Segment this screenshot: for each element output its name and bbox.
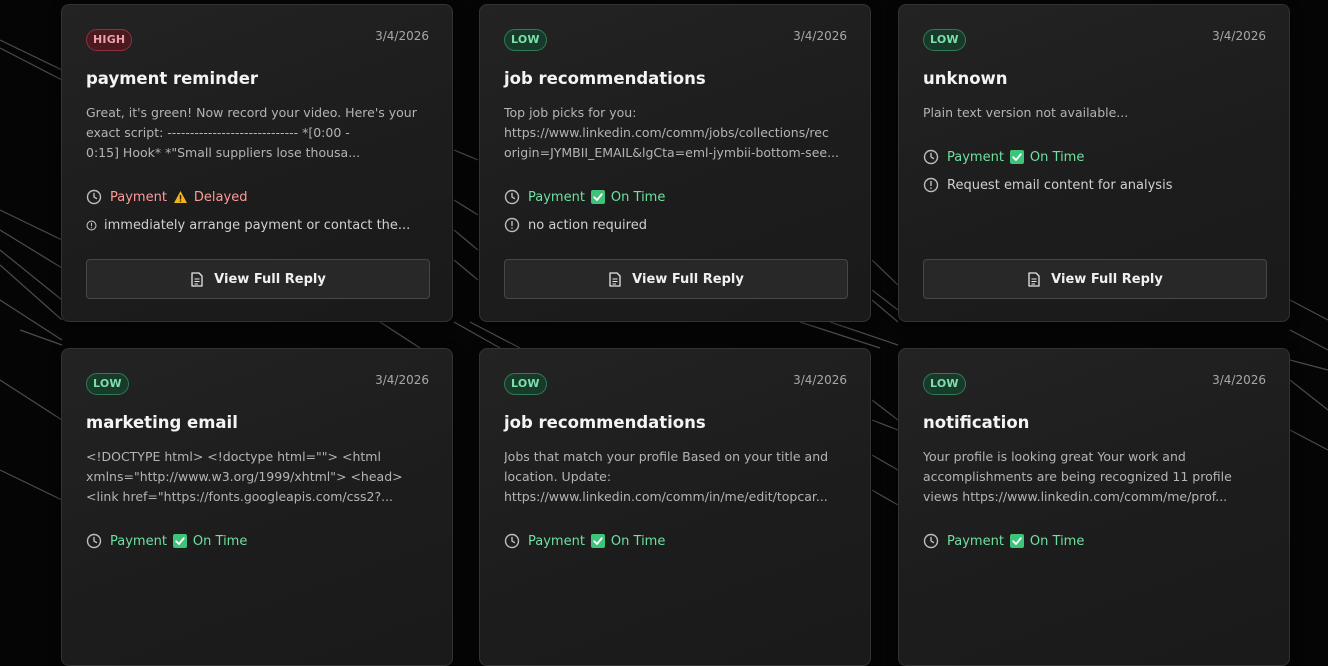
payment-status-row: Payment On Time [86, 531, 247, 551]
priority-badge: LOW [923, 373, 966, 395]
document-icon [1028, 271, 1040, 287]
card-date: 3/4/2026 [793, 29, 847, 43]
payment-label: Payment [110, 189, 167, 205]
email-card: LOW 3/4/2026 unknown Plain text version … [898, 4, 1290, 322]
card-date: 3/4/2026 [375, 373, 429, 387]
action-text: immediately arrange payment or contact t… [104, 217, 411, 233]
clock-icon [923, 533, 939, 549]
payment-status-row: Payment On Time [504, 531, 665, 551]
card-date: 3/4/2026 [375, 29, 429, 43]
check-icon [172, 534, 187, 548]
payment-status-row: Payment On Time [923, 531, 1084, 551]
info-icon [504, 217, 520, 233]
payment-status-row: Payment Delayed [86, 187, 247, 207]
view-full-reply-button[interactable]: View Full Reply [923, 259, 1267, 299]
check-icon [1009, 150, 1024, 164]
button-label: View Full Reply [632, 271, 744, 287]
info-icon [923, 177, 939, 193]
view-full-reply-button[interactable]: View Full Reply [504, 259, 848, 299]
payment-status-row: Payment On Time [504, 187, 665, 207]
card-title: notification [923, 413, 1030, 432]
card-date: 3/4/2026 [1212, 373, 1266, 387]
action-row: Request email content for analysis [923, 175, 1172, 195]
body-line: accomplishments are being recognized 11 … [923, 469, 1232, 484]
action-row: immediately arrange payment or contact t… [86, 215, 410, 235]
body-line: Your profile is looking great Your work … [923, 449, 1186, 464]
card-title: unknown [923, 69, 1008, 88]
document-icon [191, 271, 203, 287]
priority-badge: LOW [86, 373, 129, 395]
card-body-preview: Top job picks for you: https://www.linke… [504, 103, 849, 163]
reply-cards-grid: HIGH 3/4/2026 payment reminder Great, it… [0, 0, 1328, 666]
payment-label: Payment [110, 533, 167, 549]
card-date: 3/4/2026 [1212, 29, 1266, 43]
card-title: job recommendations [504, 413, 706, 432]
priority-badge: LOW [504, 373, 547, 395]
check-icon [1009, 534, 1024, 548]
payment-status-row: Payment On Time [923, 147, 1084, 167]
email-card: LOW 3/4/2026 marketing email <!DOCTYPE h… [61, 348, 453, 666]
card-body-preview: Jobs that match your profile Based on yo… [504, 447, 849, 507]
clock-icon [504, 533, 520, 549]
card-body-preview: Great, it's green! Now record your video… [86, 103, 431, 163]
card-title: marketing email [86, 413, 238, 432]
clock-icon [86, 533, 102, 549]
card-body-preview: <!DOCTYPE html> <!doctype html=""> <html… [86, 447, 431, 507]
clock-icon [86, 189, 102, 205]
email-card: HIGH 3/4/2026 payment reminder Great, it… [61, 4, 453, 322]
email-card: LOW 3/4/2026 job recommendations Top job… [479, 4, 871, 322]
priority-badge: LOW [504, 29, 547, 51]
action-text: no action required [528, 217, 647, 233]
body-line: exact script: --------------------------… [86, 125, 350, 140]
body-line: Top job picks for you: [504, 105, 637, 120]
email-card: LOW 3/4/2026 notification Your profile i… [898, 348, 1290, 666]
action-text: Request email content for analysis [947, 177, 1173, 193]
payment-status: On Time [192, 533, 248, 549]
email-card: LOW 3/4/2026 job recommendations Jobs th… [479, 348, 871, 666]
info-icon [86, 219, 97, 231]
body-line: <link href="https://fonts.googleapis.com… [86, 489, 394, 504]
document-icon [609, 271, 621, 287]
body-line: Jobs that match your profile Based on yo… [504, 449, 829, 464]
clock-icon [504, 189, 520, 205]
payment-label: Payment [947, 149, 1004, 165]
payment-label: Payment [528, 189, 585, 205]
card-body-preview: Your profile is looking great Your work … [923, 447, 1268, 507]
check-icon [590, 534, 605, 548]
card-title: payment reminder [86, 69, 259, 88]
payment-status: On Time [1029, 149, 1085, 165]
body-line: xmlns="http://www.w3.org/1999/xhtml"> <h… [86, 469, 403, 484]
card-body-preview: Plain text version not available... [923, 103, 1268, 123]
check-icon [590, 190, 605, 204]
card-title: job recommendations [504, 69, 706, 88]
payment-status: Delayed [193, 189, 248, 205]
priority-badge: HIGH [86, 29, 133, 51]
body-line: origin=JYMBII_EMAIL&lgCta=eml-jymbii-bot… [504, 145, 839, 160]
payment-label: Payment [947, 533, 1004, 549]
payment-label: Payment [528, 533, 585, 549]
button-label: View Full Reply [1051, 271, 1163, 287]
body-line: 0:15] Hook* *"Small suppliers lose thous… [86, 145, 361, 160]
body-line: https://www.linkedin.com/comm/jobs/colle… [504, 125, 829, 140]
action-row: no action required [504, 215, 647, 235]
view-full-reply-button[interactable]: View Full Reply [86, 259, 430, 299]
payment-status: On Time [610, 189, 666, 205]
body-line: <!DOCTYPE html> <!doctype html=""> <html [86, 449, 381, 464]
clock-icon [923, 149, 939, 165]
body-line: location. Update: [504, 469, 612, 484]
card-date: 3/4/2026 [793, 373, 847, 387]
body-line: Plain text version not available... [923, 105, 1129, 120]
button-label: View Full Reply [214, 271, 326, 287]
payment-status: On Time [610, 533, 666, 549]
body-line: views https://www.linkedin.com/comm/me/p… [923, 489, 1228, 504]
priority-badge: LOW [923, 29, 966, 51]
payment-status: On Time [1029, 533, 1085, 549]
warning-icon [173, 191, 187, 203]
body-line: https://www.linkedin.com/comm/in/me/edit… [504, 489, 828, 504]
body-line: Great, it's green! Now record your video… [86, 105, 417, 120]
